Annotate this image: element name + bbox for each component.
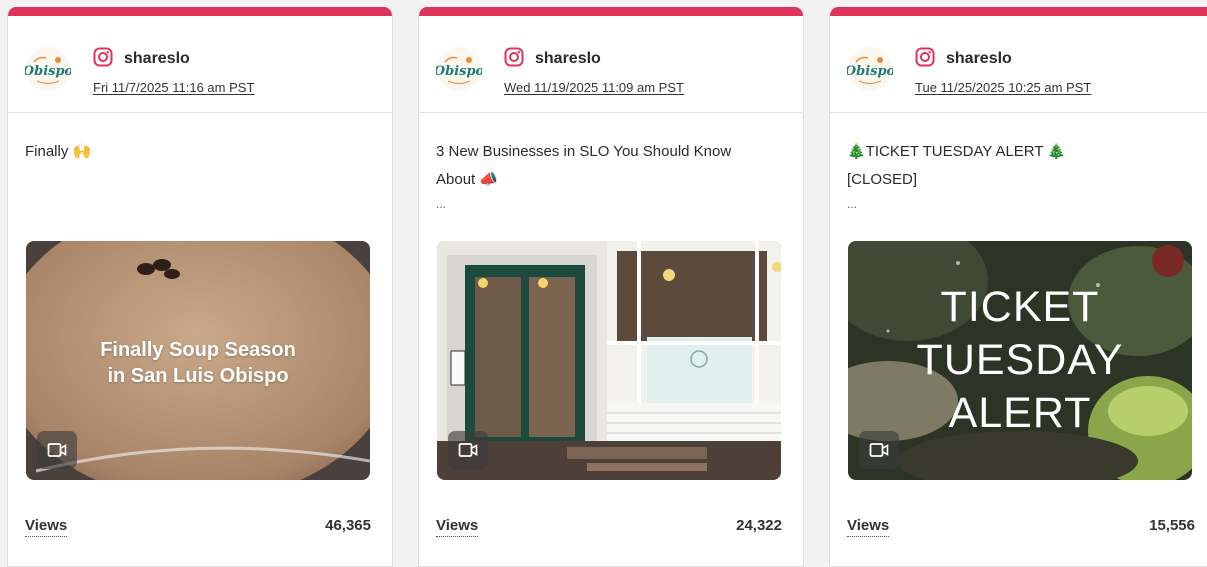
overlay-line: in San Luis Obispo (107, 365, 289, 387)
post-card[interactable]: Obispo shareslo Fri 11/7/2025 11:16 am P… (7, 7, 393, 567)
caption-line: 🎄TICKET TUESDAY ALERT 🎄 (847, 143, 1067, 160)
views-value: 46,365 (325, 517, 371, 534)
caption-line: Finally 🙌 (25, 143, 92, 160)
caption-line: About 📣 (436, 171, 499, 188)
post-card[interactable]: Obispo shareslo Wed 11/19/2025 11:09 am … (418, 7, 804, 567)
caption-line: [CLOSED] (847, 171, 918, 188)
post-date-link[interactable]: Wed 11/19/2025 11:09 am PST (504, 80, 684, 95)
views-label[interactable]: Views (436, 517, 479, 537)
views-label[interactable]: Views (847, 517, 890, 537)
card-header: Obispo shareslo Wed 11/19/2025 11:09 am … (419, 16, 803, 113)
video-icon (37, 431, 77, 469)
svg-text:Obispo: Obispo (436, 64, 482, 79)
account-logo-icon: Obispo (24, 45, 72, 93)
media-overlay-text: Finally Soup Season in San Luis Obispo (26, 337, 370, 389)
post-date-link[interactable]: Fri 11/7/2025 11:16 am PST (93, 80, 254, 95)
instagram-icon (504, 47, 524, 67)
views-label[interactable]: Views (25, 517, 68, 537)
storefront-image (437, 241, 781, 480)
card-header: Obispo shareslo Fri 11/7/2025 11:16 am P… (8, 16, 392, 113)
account-logo-icon: Obispo (846, 45, 894, 93)
card-accent-bar (419, 7, 803, 16)
media-overlay-text: TICKET TUESDAY ALERT (848, 281, 1192, 440)
video-icon (448, 431, 488, 469)
post-date-link[interactable]: Tue 11/25/2025 10:25 am PST (915, 80, 1091, 95)
instagram-icon (915, 47, 935, 67)
svg-text:Obispo: Obispo (847, 64, 893, 79)
card-accent-bar (8, 7, 392, 16)
overlay-line: TUESDAY (916, 336, 1124, 384)
caption-more[interactable]: ... (847, 196, 1197, 212)
post-caption: 🎄TICKET TUESDAY ALERT 🎄 [CLOSED] ... (847, 138, 1197, 212)
post-media-thumbnail[interactable]: Finally Soup Season in San Luis Obispo (26, 241, 370, 480)
instagram-icon (93, 47, 113, 67)
views-value: 24,322 (736, 517, 782, 534)
account-name[interactable]: shareslo (946, 50, 1012, 68)
caption-more[interactable]: ... (436, 196, 786, 212)
overlay-line: TICKET (940, 283, 1100, 331)
account-logo-icon: Obispo (435, 45, 483, 93)
video-icon (859, 431, 899, 469)
post-media-thumbnail[interactable]: TICKET TUESDAY ALERT (848, 241, 1192, 480)
account-name[interactable]: shareslo (535, 50, 601, 68)
overlay-line: ALERT (948, 389, 1092, 437)
card-accent-bar (830, 7, 1207, 16)
post-card[interactable]: Obispo shareslo Tue 11/25/2025 10:25 am … (829, 7, 1207, 567)
post-caption: Finally 🙌 (25, 138, 375, 166)
post-media-thumbnail[interactable] (437, 241, 781, 480)
views-value: 15,556 (1149, 517, 1195, 534)
caption-line: 3 New Businesses in SLO You Should Know (436, 143, 732, 160)
post-caption: 3 New Businesses in SLO You Should Know … (436, 138, 786, 212)
svg-text:Obispo: Obispo (25, 64, 71, 79)
overlay-line: Finally Soup Season (100, 339, 296, 361)
card-header: Obispo shareslo Tue 11/25/2025 10:25 am … (830, 16, 1207, 113)
account-name[interactable]: shareslo (124, 50, 190, 68)
